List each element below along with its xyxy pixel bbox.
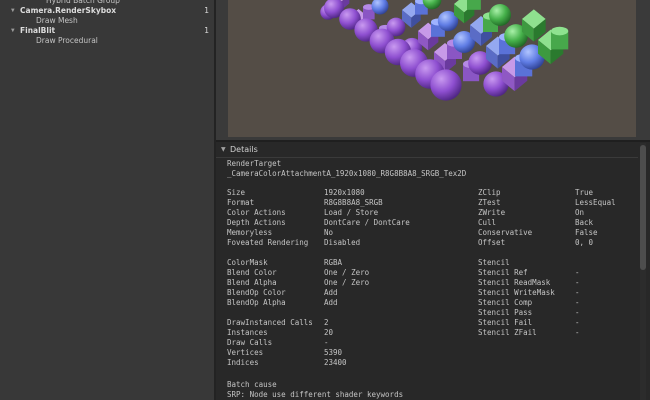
detail-key: BlendOp Color bbox=[227, 288, 286, 297]
detail-value: 5390 bbox=[324, 348, 343, 357]
detail-value: DontCare / DontCare bbox=[324, 218, 410, 227]
detail-value: Add bbox=[324, 288, 338, 297]
hierarchy-row[interactable]: Draw Mesh bbox=[0, 16, 214, 26]
draw-count: 1 bbox=[204, 6, 209, 15]
detail-value: Load / Store bbox=[324, 208, 379, 217]
detail-value: One / Zero bbox=[324, 268, 370, 277]
detail-value: One / Zero bbox=[324, 278, 370, 287]
detail-value: LessEqual bbox=[575, 198, 616, 207]
detail-key: Draw Calls bbox=[227, 338, 273, 347]
detail-value: - bbox=[575, 268, 580, 277]
detail-value: 2 bbox=[324, 318, 329, 327]
detail-value: - bbox=[575, 298, 580, 307]
scrollbar-thumb[interactable] bbox=[640, 145, 646, 270]
preview-splitter[interactable] bbox=[216, 140, 650, 142]
detail-key: Indices bbox=[227, 358, 259, 367]
cylinder-object bbox=[551, 26, 569, 50]
detail-value: RGBA bbox=[324, 258, 343, 267]
detail-value: Add bbox=[324, 298, 338, 307]
detail-key: ZClip bbox=[478, 188, 501, 197]
detail-key: BlendOp Alpha bbox=[227, 298, 286, 307]
details-scrollbar[interactable] bbox=[640, 143, 646, 400]
detail-key: Format bbox=[227, 198, 255, 207]
detail-key: Stencil bbox=[478, 258, 510, 267]
detail-key: Stencil Fail bbox=[478, 318, 533, 327]
detail-key: Conservative bbox=[478, 228, 533, 237]
detail-value: - bbox=[575, 278, 580, 287]
detail-key: Foveated Rendering bbox=[227, 238, 309, 247]
detail-value: On bbox=[575, 208, 585, 217]
detail-value: No bbox=[324, 228, 334, 237]
expand-triangle-icon[interactable]: ▼ bbox=[11, 6, 15, 16]
scene-render bbox=[320, 0, 569, 101]
draw-count: 1 bbox=[204, 26, 209, 35]
detail-value: Disabled bbox=[324, 238, 361, 247]
detail-value: 23400 bbox=[324, 358, 347, 367]
detail-value: R8G8B8A8_SRGB bbox=[324, 198, 383, 207]
render-target-label: RenderTarget bbox=[227, 159, 282, 168]
detail-value: - bbox=[575, 308, 580, 317]
hierarchy-label: Draw Procedural bbox=[36, 36, 98, 45]
detail-value: Back bbox=[575, 218, 594, 227]
detail-key: Stencil WriteMask bbox=[478, 288, 555, 297]
hierarchy-panel: Hybrid Batch Group ▼ Camera.RenderSkybox 1 D… bbox=[0, 0, 214, 400]
detail-key: Cull bbox=[478, 218, 497, 227]
detail-key: Stencil Comp bbox=[478, 298, 533, 307]
detail-key: Blend Alpha bbox=[227, 278, 277, 287]
inspector-panel: ▼ Details RenderTarget _CameraColorAttac… bbox=[216, 0, 650, 400]
hierarchy-row[interactable]: ▼ Camera.RenderSkybox 1 bbox=[0, 6, 214, 16]
detail-value: - bbox=[324, 338, 329, 347]
detail-key: DrawInstanced Calls bbox=[227, 318, 313, 327]
detail-value: 20 bbox=[324, 328, 334, 337]
detail-key: Memoryless bbox=[227, 228, 273, 237]
detail-key: Vertices bbox=[227, 348, 264, 357]
batch-cause-label: Batch cause bbox=[227, 380, 277, 389]
detail-key: ColorMask bbox=[227, 258, 268, 267]
detail-key: Color Actions bbox=[227, 208, 286, 217]
detail-key: Blend Color bbox=[227, 268, 277, 277]
detail-value: True bbox=[575, 188, 594, 197]
render-target-value: _CameraColorAttachmentA_1920x1080_R8G8B8… bbox=[227, 169, 467, 178]
detail-value: - bbox=[575, 288, 580, 297]
detail-key: Offset bbox=[478, 238, 506, 247]
batch-cause-value: SRP: Node use different shader keywords bbox=[227, 390, 404, 399]
detail-key: Size bbox=[227, 188, 246, 197]
preview-area bbox=[216, 0, 650, 140]
detail-value: 1920x1080 bbox=[324, 188, 365, 197]
render-preview-image bbox=[228, 0, 636, 137]
hierarchy-label: Draw Mesh bbox=[36, 16, 78, 25]
cylinder-object bbox=[467, 0, 481, 10]
detail-value: False bbox=[575, 228, 598, 237]
hierarchy-label: Camera.RenderSkybox bbox=[20, 6, 117, 15]
details-title: Details bbox=[230, 145, 258, 154]
detail-key: Instances bbox=[227, 328, 268, 337]
detail-value: 0, 0 bbox=[575, 238, 594, 247]
hierarchy-row[interactable]: ▼ FinalBlit 1 bbox=[0, 26, 214, 36]
expand-triangle-icon[interactable]: ▼ bbox=[221, 143, 226, 157]
divider bbox=[216, 157, 638, 158]
detail-value: - bbox=[575, 318, 580, 327]
detail-key: Stencil ReadMask bbox=[478, 278, 551, 287]
detail-key: Stencil ZFail bbox=[478, 328, 537, 337]
detail-key: ZWrite bbox=[478, 208, 506, 217]
detail-value: - bbox=[575, 328, 580, 337]
sphere-object bbox=[430, 69, 462, 101]
hierarchy-row[interactable]: Draw Procedural bbox=[0, 36, 214, 46]
detail-key: Depth Actions bbox=[227, 218, 286, 227]
expand-triangle-icon[interactable]: ▼ bbox=[11, 26, 15, 36]
hierarchy-label: FinalBlit bbox=[20, 26, 56, 35]
sphere-object bbox=[489, 4, 511, 26]
detail-key: Stencil Pass bbox=[478, 308, 533, 317]
detail-key: Stencil Ref bbox=[478, 268, 528, 277]
detail-key: ZTest bbox=[478, 198, 501, 207]
details-header[interactable]: ▼ Details bbox=[216, 143, 638, 157]
